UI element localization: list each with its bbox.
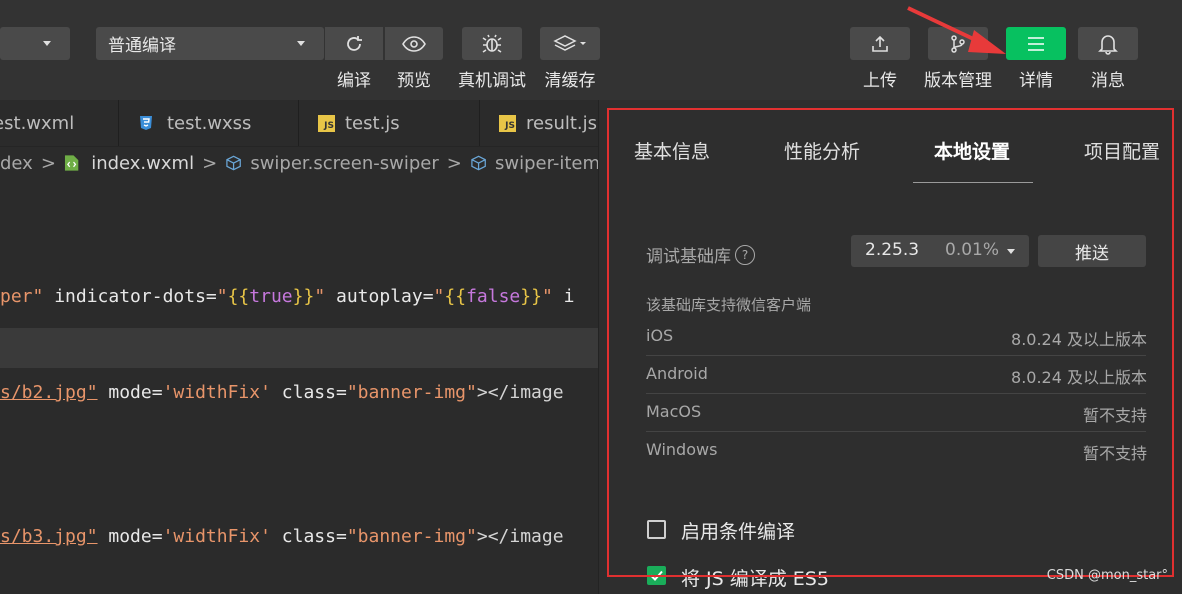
- chevron-down-icon: [43, 41, 51, 46]
- bell-icon: [1098, 34, 1118, 55]
- breadcrumb-separator: >: [202, 152, 218, 174]
- js-icon: JS: [499, 114, 516, 132]
- toolbar: 普通编译 编译 预览 真机调试 清缓存 上传 版本管理 详情 消息: [0, 0, 1182, 100]
- layers-icon: [553, 34, 586, 51]
- tab-label: test.wxml: [0, 112, 75, 134]
- tab-label: test.wxss: [167, 112, 252, 134]
- conditional-compile-label: 启用条件编译: [681, 521, 796, 543]
- js-icon: JS: [318, 114, 335, 132]
- css-icon: [140, 116, 152, 130]
- tab-label: test.js: [345, 112, 400, 134]
- breadcrumb-node[interactable]: swiper.screen-swiper: [250, 153, 438, 174]
- breadcrumb-file[interactable]: index.wxml: [91, 153, 194, 174]
- os-support-value: 暂不支持: [1082, 406, 1147, 425]
- code-editor[interactable]: per" indicator-dots="{{true}}" autoplay=…: [0, 180, 600, 594]
- chevron-down-icon: [1007, 249, 1015, 254]
- breadcrumb-separator: >: [446, 152, 462, 174]
- cube-icon: [226, 155, 242, 171]
- os-label: iOS: [646, 326, 674, 345]
- remote-debug-button[interactable]: [462, 27, 522, 60]
- es5-compile-checkbox[interactable]: [647, 566, 666, 585]
- clear-cache-label: 清缓存: [544, 71, 596, 91]
- clear-cache-button[interactable]: [540, 27, 600, 60]
- refresh-icon: [347, 35, 362, 51]
- compile-mode-select[interactable]: 普通编译: [96, 27, 324, 60]
- breadcrumb-item[interactable]: dex: [0, 153, 33, 174]
- breadcrumb: dex > index.wxml > swiper.screen-swiper …: [0, 146, 600, 180]
- conditional-compile-checkbox[interactable]: [647, 520, 666, 539]
- lib-version: 2.25.3: [865, 240, 920, 260]
- lib-percent: 0.01%: [945, 240, 1000, 260]
- cube-icon: [471, 155, 486, 171]
- help-icon[interactable]: ?: [735, 244, 755, 265]
- support-title: 该基础库支持微信客户端: [646, 296, 812, 314]
- code-line: s/b3.jpg" mode='widthFix' class="banner-…: [0, 526, 564, 547]
- divider: [646, 355, 1146, 356]
- checkmark-icon: [650, 570, 663, 581]
- es5-compile-label: 将 JS 编译成 ES5: [681, 568, 829, 590]
- left-select[interactable]: [0, 27, 70, 60]
- annotation-arrow-icon: [907, 6, 1006, 54]
- tab-test-wxss[interactable]: test.wxss: [119, 100, 299, 146]
- debug-lib-select[interactable]: 2.25.3 0.01%: [851, 235, 1029, 267]
- active-tab-indicator: [913, 182, 1033, 183]
- eye-icon: [402, 35, 426, 52]
- push-button[interactable]: 推送: [1038, 235, 1146, 267]
- upload-label: 上传: [863, 71, 897, 91]
- chevron-down-icon: [297, 41, 305, 46]
- preview-button[interactable]: [385, 27, 443, 60]
- upload-icon: [872, 35, 888, 52]
- current-line-highlight: [0, 328, 600, 368]
- compile-button[interactable]: [325, 27, 383, 60]
- tab-performance[interactable]: 性能分析: [784, 137, 860, 164]
- bug-icon: [482, 34, 502, 53]
- compile-mode-label: 普通编译: [108, 36, 176, 56]
- details-label: 详情: [1019, 71, 1053, 91]
- os-support-value: 8.0.24 及以上版本: [1011, 368, 1147, 387]
- tab-project-config[interactable]: 项目配置: [1084, 137, 1160, 164]
- debug-lib-label: 调试基础库 ?: [646, 242, 755, 267]
- tab-local-settings[interactable]: 本地设置: [934, 137, 1010, 164]
- tab-label: result.js: [526, 112, 598, 134]
- code-line: s/b2.jpg" mode='widthFix' class="banner-…: [0, 382, 564, 403]
- tab-basic-info[interactable]: 基本信息: [634, 137, 710, 164]
- os-label: MacOS: [646, 402, 702, 421]
- messages-label: 消息: [1091, 71, 1125, 91]
- tab-test-js[interactable]: JS test.js: [300, 100, 480, 146]
- editor-tabs: test.wxml test.wxss JS test.js JS result…: [0, 100, 600, 147]
- os-label: Windows: [646, 440, 718, 459]
- divider: [646, 431, 1146, 432]
- breadcrumb-separator: >: [40, 152, 56, 174]
- tab-test-wxml[interactable]: test.wxml: [0, 100, 119, 146]
- file-code-icon: [64, 155, 79, 171]
- messages-button[interactable]: [1078, 27, 1138, 60]
- tab-result-js[interactable]: JS result.js: [481, 100, 600, 146]
- breadcrumb-node[interactable]: swiper-item: [495, 153, 600, 174]
- menu-icon: [1028, 36, 1044, 51]
- version-label: 版本管理: [924, 71, 992, 91]
- details-button[interactable]: [1006, 27, 1066, 60]
- code-line: per" indicator-dots="{{true}}" autoplay=…: [0, 286, 575, 307]
- os-label: Android: [646, 364, 708, 383]
- os-support-value: 8.0.24 及以上版本: [1011, 330, 1147, 349]
- os-support-value: 暂不支持: [1082, 444, 1147, 463]
- divider: [646, 393, 1146, 394]
- preview-label: 预览: [397, 71, 431, 91]
- watermark: CSDN @mon_star°: [1046, 568, 1168, 583]
- remote-debug-label: 真机调试: [458, 71, 526, 91]
- compile-label: 编译: [337, 71, 371, 91]
